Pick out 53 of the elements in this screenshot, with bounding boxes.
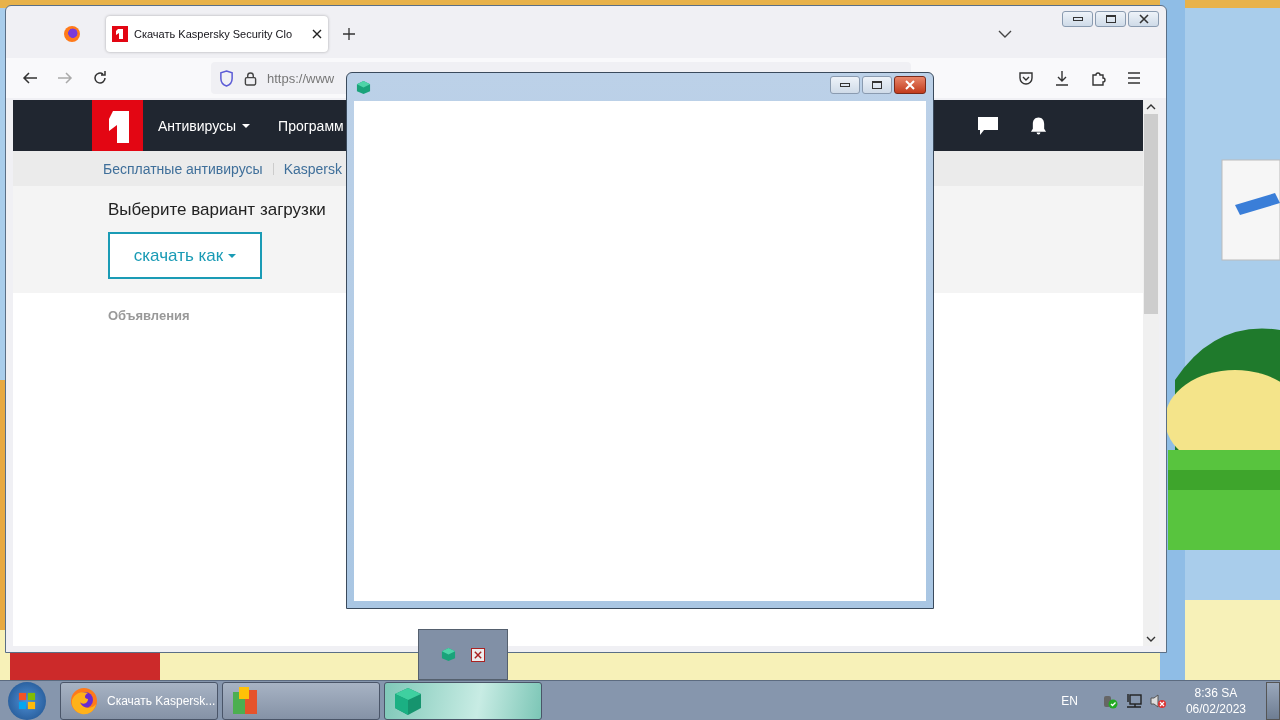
show-desktop-button[interactable] <box>1266 681 1280 720</box>
section-heading: Выберите вариант загрузки <box>108 200 326 220</box>
ads-label: Объявления <box>108 308 191 323</box>
chevron-down-icon[interactable] <box>998 30 1012 38</box>
site-logo-icon <box>112 26 128 42</box>
start-button[interactable] <box>8 681 46 720</box>
nav-link[interactable]: Антивирусы <box>158 117 251 134</box>
shield-icon <box>219 69 234 87</box>
browser-tab[interactable]: Скачать Kaspersky Security Clo <box>106 16 328 52</box>
bell-icon[interactable] <box>1030 115 1047 136</box>
minimize-button[interactable] <box>830 76 860 94</box>
minimize-button[interactable] <box>1062 11 1093 27</box>
tab-title: Скачать Kaspersky Security Clo <box>134 28 293 40</box>
taskbar-button[interactable]: Скачать Kaspersk... <box>60 681 218 720</box>
breadcrumb-link[interactable]: Kaspersk <box>283 160 342 177</box>
close-icon <box>1138 14 1149 24</box>
reload-icon[interactable] <box>92 70 108 86</box>
firefox-icon[interactable] <box>64 26 80 42</box>
close-icon[interactable] <box>312 29 322 39</box>
windows-logo-icon <box>18 691 36 710</box>
cube-icon <box>440 647 456 662</box>
scrollbar[interactable] <box>1143 100 1159 646</box>
clock[interactable]: 8:36 SA 06/02/2023 <box>1185 684 1246 717</box>
breadcrumb-link[interactable]: Бесплатные антивирусы <box>103 160 263 177</box>
download-icon[interactable] <box>1054 70 1070 86</box>
menu-icon[interactable] <box>1126 70 1142 86</box>
cube-icon <box>356 79 371 95</box>
cube-icon <box>393 685 423 716</box>
chevron-down-icon[interactable] <box>1146 636 1156 642</box>
close-button[interactable] <box>894 76 926 94</box>
close-button[interactable] <box>1128 11 1159 27</box>
close-button[interactable] <box>471 647 486 662</box>
firefox-icon <box>69 685 99 716</box>
close-icon <box>905 80 915 90</box>
url-text: https://www <box>267 70 335 86</box>
new-tab-button[interactable] <box>343 28 355 40</box>
language-indicator[interactable]: EN <box>1061 693 1078 708</box>
download-as-button[interactable]: скачать как <box>108 232 262 279</box>
back-icon[interactable] <box>22 70 38 86</box>
speaker-muted-icon[interactable] <box>1149 692 1166 709</box>
taskbar-button[interactable] <box>384 681 542 720</box>
logo-icon[interactable] <box>92 100 143 151</box>
nav-link[interactable]: Программ <box>278 117 344 134</box>
taskbar-button[interactable] <box>222 681 380 720</box>
puzzle-icon[interactable] <box>1090 70 1106 86</box>
network-icon[interactable] <box>1125 692 1142 709</box>
taskbar-thumbnail[interactable] <box>418 629 508 680</box>
chevron-up-icon[interactable] <box>1146 104 1156 110</box>
chat-icon[interactable] <box>978 116 998 135</box>
lock-icon <box>244 70 257 86</box>
pocket-icon[interactable] <box>1018 70 1034 86</box>
maximize-button[interactable] <box>862 76 892 94</box>
maximize-button[interactable] <box>1095 11 1126 27</box>
